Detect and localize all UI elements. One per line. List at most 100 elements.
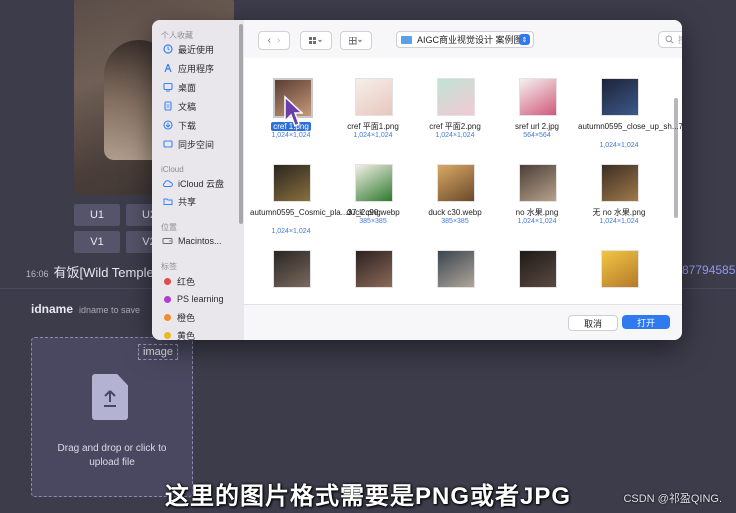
file-thumbnail[interactable] [519, 164, 557, 202]
dialog-footer: 取消 打开 [244, 304, 682, 340]
file-item[interactable]: duck c90.webp 385×385 [332, 164, 414, 250]
file-item[interactable]: sref url 2.jpg 564×564 [496, 78, 578, 164]
file-name-text: duck c30.webp [428, 208, 482, 217]
upload-text-line-2: upload file [89, 457, 135, 468]
folder-name: AIGC商业视觉设计 案例图 [417, 35, 523, 45]
file-dimensions: 1,024×1,024 [599, 142, 639, 149]
dialog-toolbar: ‹ › AIGC商业视觉设计 案例图 ⇕ 搜索 [244, 20, 682, 59]
search-field[interactable]: 搜索 [658, 31, 682, 48]
upload-instructions: Drag and drop or click to upload file [32, 442, 192, 470]
sidebar-item-label: 下载 [178, 120, 197, 131]
sidebar-item-label: 最近使用 [178, 44, 215, 55]
sidebar-item-applications[interactable]: 应用程序 [162, 60, 214, 76]
file-item[interactable]: no 水果.png 1,024×1,024 [496, 164, 578, 250]
sidebar-scrollbar[interactable] [239, 24, 243, 224]
upscale-1-button[interactable]: U1 [74, 204, 120, 226]
file-thumbnail[interactable] [437, 78, 475, 116]
file-name: sref url 2.jpg [496, 122, 578, 132]
file-thumbnail[interactable] [355, 250, 393, 288]
file-item[interactable] [414, 250, 496, 304]
cancel-button[interactable]: 取消 [568, 315, 618, 331]
sidebar-tag-yellow[interactable]: 黄色 [162, 327, 195, 340]
chevron-left-icon[interactable]: ‹ [268, 35, 271, 46]
sidebar-item-label: 橙色 [177, 312, 196, 323]
file-thumbnail[interactable] [437, 250, 475, 288]
back-forward-buttons[interactable]: ‹ › [258, 31, 290, 50]
file-name: duck c30.webp [414, 208, 496, 218]
chevron-right-icon[interactable]: › [277, 35, 280, 46]
sidebar-tag-orange[interactable]: 橙色 [162, 309, 195, 325]
file-name: autumn0595_close_up_sh...7a9.png [578, 122, 682, 132]
file-item[interactable] [332, 250, 414, 304]
sidebar-item-label: 桌面 [178, 82, 197, 93]
sidebar-item-downloads[interactable]: 下载 [162, 117, 196, 133]
file-grid-scrollbar[interactable] [674, 98, 678, 218]
file-thumbnail[interactable] [437, 164, 475, 202]
sidebar-item-label: 红色 [177, 276, 196, 287]
file-thumbnail[interactable] [601, 78, 639, 116]
variation-1-button[interactable]: V1 [74, 231, 120, 253]
file-thumbnail[interactable] [273, 250, 311, 288]
file-item[interactable]: cref 平面1.png 1,024×1,024 [332, 78, 414, 164]
file-item[interactable]: duck c30.webp 385×385 [414, 164, 496, 250]
sidebar-item-label: 黄色 [177, 330, 196, 341]
image-upload-dropzone[interactable]: image Drag and drop or click to upload f… [31, 337, 193, 497]
file-item[interactable] [496, 250, 578, 304]
dialog-sidebar: 个人收藏 最近使用 应用程序 桌面 文稿 下载 同步空间 iCloud iClo… [152, 20, 245, 340]
sidebar-item-label: iCloud 云盘 [178, 178, 225, 189]
search-icon [665, 35, 674, 44]
file-dimensions: 1,024×1,024 [353, 132, 393, 139]
open-button[interactable]: 打开 [622, 315, 670, 329]
file-name-text: sref url 2.jpg [514, 122, 560, 131]
file-item[interactable]: autumn0595_close_up_sh...7a9.png 1,024×1,… [578, 78, 682, 164]
shared-folder-icon [162, 196, 173, 207]
sidebar-tag-red[interactable]: 红色 [162, 273, 195, 289]
sidebar-item-icloud-drive[interactable]: iCloud 云盘 [162, 175, 224, 191]
chevron-updown-icon: ⇕ [519, 34, 530, 45]
file-dimensions: 1,024×1,024 [599, 218, 639, 225]
folder-location-select[interactable]: AIGC商业视觉设计 案例图 ⇕ [396, 31, 534, 48]
sidebar-item-macintosh-hd[interactable]: Macintos... [162, 233, 222, 249]
upload-badge: image [138, 344, 178, 360]
icon-view-button[interactable] [300, 31, 332, 50]
file-item[interactable]: autumn0595_Cosmic_pla...37_2.png 1,024×1,… [250, 164, 381, 250]
message-number: 87794585 [682, 263, 736, 277]
file-name-text: no 水果.png [515, 208, 559, 217]
idname-label: idname [31, 302, 74, 316]
file-name-text: 无 no 水果.png [592, 208, 646, 217]
file-item[interactable]: cref 平面2.png 1,024×1,024 [414, 78, 496, 164]
file-grid: cref 1.png 1,024×1,024 cref 平面1.png 1,024×1… [244, 58, 682, 304]
file-item[interactable]: 无 no 水果.png 1,024×1,024 [578, 164, 660, 250]
file-thumbnail[interactable] [519, 78, 557, 116]
apps-icon [162, 63, 173, 74]
sidebar-tag-ps-learning[interactable]: PS learning [162, 291, 224, 307]
file-dimensions: 1,024×1,024 [517, 218, 557, 225]
file-thumbnail[interactable] [519, 250, 557, 288]
file-thumbnail[interactable] [273, 164, 311, 202]
message-time: 16:06 [26, 269, 49, 279]
sidebar-item-documents[interactable]: 文稿 [162, 98, 196, 114]
sidebar-item-shared[interactable]: 共享 [162, 193, 196, 209]
document-icon [162, 101, 173, 112]
idname-hint: idname to save [79, 305, 141, 315]
file-dimensions: 385×385 [359, 218, 387, 225]
sidebar-section-locations: 位置 [161, 223, 177, 232]
idname-field-label: idname idname to save [31, 302, 140, 316]
group-grid-icon [349, 36, 362, 44]
file-thumbnail[interactable] [601, 250, 639, 288]
file-item[interactable] [578, 250, 660, 304]
sidebar-item-label: 文稿 [178, 101, 197, 112]
group-by-button[interactable] [340, 31, 372, 50]
file-thumbnail[interactable] [355, 78, 393, 116]
file-item[interactable] [250, 250, 332, 304]
search-placeholder: 搜索 [678, 33, 682, 46]
upload-text-line-1: Drag and drop or click to [57, 443, 167, 454]
sidebar-item-sync-space[interactable]: 同步空间 [162, 136, 214, 152]
file-thumbnail[interactable] [355, 164, 393, 202]
sidebar-section-tags: 标签 [161, 262, 177, 271]
file-name: 无 no 水果.png [578, 208, 660, 218]
file-thumbnail[interactable] [601, 164, 639, 202]
file-name: cref 平面1.png [332, 122, 414, 132]
sidebar-item-desktop[interactable]: 桌面 [162, 79, 196, 95]
sidebar-item-recents[interactable]: 最近使用 [162, 41, 214, 57]
